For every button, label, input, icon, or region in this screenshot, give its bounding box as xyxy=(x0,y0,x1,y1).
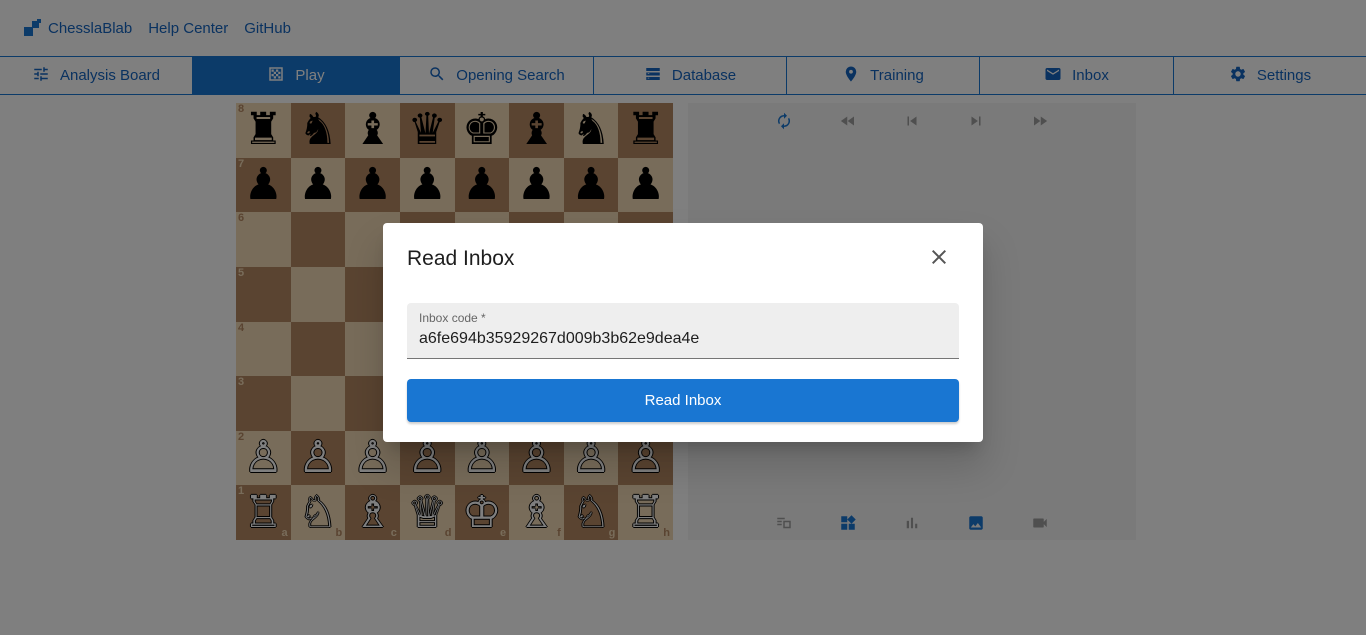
read-inbox-button[interactable]: Read Inbox xyxy=(407,379,959,422)
close-icon xyxy=(927,245,951,274)
inbox-code-field[interactable]: Inbox code * a6fe694b35929267d009b3b62e9… xyxy=(407,303,959,359)
dialog-title: Read Inbox xyxy=(407,247,515,270)
inbox-code-label: Inbox code * xyxy=(419,311,486,325)
close-button[interactable] xyxy=(923,243,955,275)
inbox-code-input[interactable]: a6fe694b35929267d009b3b62e9dea4e xyxy=(419,330,699,348)
read-inbox-dialog: Read Inbox Inbox code * a6fe694b35929267… xyxy=(383,223,983,442)
